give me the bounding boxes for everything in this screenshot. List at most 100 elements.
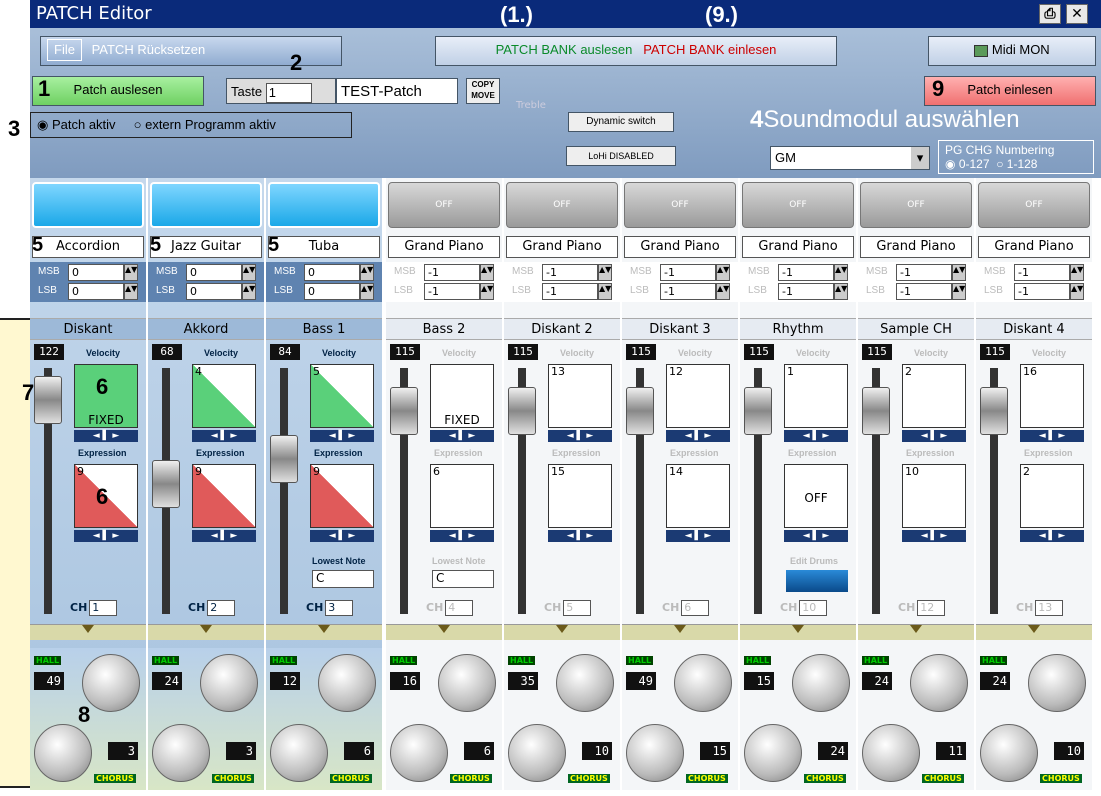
- expression-curve[interactable]: 9: [192, 464, 256, 528]
- sound-name-field[interactable]: Grand Piano: [624, 236, 736, 258]
- channel-enable-button[interactable]: [150, 182, 262, 228]
- midi-channel-select[interactable]: CH 3: [306, 600, 354, 616]
- patch-bank-read-button[interactable]: PATCH BANK auslesen: [496, 42, 633, 57]
- msb-input[interactable]: 0: [304, 264, 360, 281]
- velocity-curve[interactable]: 5: [310, 364, 374, 428]
- volume-fader[interactable]: [270, 435, 298, 484]
- msb-input[interactable]: -1: [1014, 264, 1070, 281]
- patch-name-field[interactable]: TEST-Patch: [336, 78, 458, 104]
- hall-knob[interactable]: [200, 654, 258, 712]
- volume-fader[interactable]: [390, 386, 418, 435]
- dynamic-switch-button[interactable]: Dynamic switch: [568, 112, 674, 132]
- sound-name-field[interactable]: Grand Piano: [506, 236, 618, 258]
- velocity-curve[interactable]: 12: [666, 364, 730, 428]
- sound-name-field[interactable]: Tuba: [268, 236, 380, 258]
- velocity-arrows[interactable]: ◄ ▌ ►: [192, 430, 256, 442]
- radio-extern-program[interactable]: ○ extern Programm aktiv: [134, 117, 276, 132]
- msb-input[interactable]: 0: [186, 264, 242, 281]
- channel-enable-button[interactable]: OFF: [388, 182, 500, 228]
- lsb-input[interactable]: -1: [542, 283, 598, 300]
- velocity-curve[interactable]: 2: [902, 364, 966, 428]
- midi-channel-select[interactable]: CH 6: [662, 600, 710, 616]
- velocity-arrows[interactable]: ◄ ▌ ►: [74, 430, 138, 442]
- msb-spinner[interactable]: ▲▼: [480, 264, 494, 281]
- lsb-input[interactable]: -1: [1014, 283, 1070, 300]
- copy-move-button[interactable]: COPY MOVE: [466, 78, 500, 104]
- sound-name-field[interactable]: Grand Piano: [388, 236, 500, 258]
- midi-mon-button[interactable]: Midi MON: [928, 36, 1096, 66]
- reset-patch-menu[interactable]: PATCH Rücksetzen: [92, 42, 206, 57]
- midi-channel-select[interactable]: CH 13: [1016, 600, 1064, 616]
- midi-channel-value[interactable]: 5: [563, 600, 592, 616]
- midi-channel-select[interactable]: CH 2: [188, 600, 236, 616]
- msb-input[interactable]: -1: [542, 264, 598, 281]
- edit-drums-button[interactable]: [786, 570, 848, 592]
- expression-curve[interactable]: 2: [1020, 464, 1084, 528]
- lsb-spinner[interactable]: ▲▼: [360, 283, 374, 300]
- lsb-input[interactable]: 0: [186, 283, 242, 300]
- velocity-curve[interactable]: 4: [192, 364, 256, 428]
- hall-knob[interactable]: [1028, 654, 1086, 712]
- msb-input[interactable]: -1: [424, 264, 480, 281]
- lsb-spinner[interactable]: ▲▼: [124, 283, 138, 300]
- expression-curve[interactable]: 6: [430, 464, 494, 528]
- midi-channel-select[interactable]: CH 1: [70, 600, 118, 616]
- midi-channel-value[interactable]: 4: [445, 600, 474, 616]
- lsb-input[interactable]: 0: [68, 283, 124, 300]
- print-icon[interactable]: ⎙: [1039, 4, 1061, 24]
- velocity-arrows[interactable]: ◄ ▌ ►: [666, 430, 730, 442]
- lowest-note-select[interactable]: C: [432, 570, 494, 588]
- close-icon[interactable]: ✕: [1066, 4, 1088, 24]
- lsb-input[interactable]: -1: [424, 283, 480, 300]
- midi-channel-value[interactable]: 10: [799, 600, 828, 616]
- sound-name-field[interactable]: Accordion: [32, 236, 144, 258]
- msb-spinner[interactable]: ▲▼: [716, 264, 730, 281]
- patch-bank-write-button[interactable]: PATCH BANK einlesen: [643, 42, 776, 57]
- velocity-curve[interactable]: FIXED: [430, 364, 494, 428]
- lsb-input[interactable]: -1: [660, 283, 716, 300]
- taste-input[interactable]: 1: [265, 82, 312, 103]
- msb-input[interactable]: -1: [660, 264, 716, 281]
- expression-arrows[interactable]: ◄ ▌ ►: [310, 530, 374, 542]
- expression-curve[interactable]: 10: [902, 464, 966, 528]
- pg-radio-0-127[interactable]: ◉ 0-127: [945, 157, 990, 171]
- channel-enable-button[interactable]: OFF: [624, 182, 736, 228]
- radio-patch-active[interactable]: ◉ Patch aktiv: [37, 117, 116, 132]
- channel-enable-button[interactable]: [268, 182, 380, 228]
- volume-fader[interactable]: [34, 375, 62, 424]
- velocity-arrows[interactable]: ◄ ▌ ►: [548, 430, 612, 442]
- expression-arrows[interactable]: ◄ ▌ ►: [666, 530, 730, 542]
- midi-channel-value[interactable]: 1: [89, 600, 118, 616]
- velocity-curve[interactable]: 13: [548, 364, 612, 428]
- volume-fader[interactable]: [508, 386, 536, 435]
- midi-channel-value[interactable]: 2: [207, 600, 236, 616]
- lsb-spinner[interactable]: ▲▼: [834, 283, 848, 300]
- lsb-spinner[interactable]: ▲▼: [952, 283, 966, 300]
- msb-spinner[interactable]: ▲▼: [124, 264, 138, 281]
- msb-spinner[interactable]: ▲▼: [360, 264, 374, 281]
- channel-enable-button[interactable]: OFF: [978, 182, 1090, 228]
- msb-input[interactable]: -1: [896, 264, 952, 281]
- hall-knob[interactable]: [318, 654, 376, 712]
- midi-channel-value[interactable]: 6: [681, 600, 710, 616]
- velocity-arrows[interactable]: ◄ ▌ ►: [430, 430, 494, 442]
- chorus-knob[interactable]: [744, 724, 802, 782]
- sound-name-field[interactable]: Jazz Guitar: [150, 236, 262, 258]
- volume-fader[interactable]: [152, 459, 180, 508]
- velocity-curve[interactable]: 1: [784, 364, 848, 428]
- expression-curve[interactable]: 9: [310, 464, 374, 528]
- hall-knob[interactable]: [556, 654, 614, 712]
- sound-name-field[interactable]: Grand Piano: [860, 236, 972, 258]
- sound-name-field[interactable]: Grand Piano: [978, 236, 1090, 258]
- midi-channel-value[interactable]: 13: [1035, 600, 1064, 616]
- expression-arrows[interactable]: ◄ ▌ ►: [548, 530, 612, 542]
- volume-fader[interactable]: [980, 386, 1008, 435]
- volume-fader[interactable]: [862, 386, 890, 435]
- velocity-arrows[interactable]: ◄ ▌ ►: [784, 430, 848, 442]
- channel-enable-button[interactable]: OFF: [742, 182, 854, 228]
- pg-radio-1-128[interactable]: ○ 1-128: [996, 157, 1037, 171]
- channel-enable-button[interactable]: [32, 182, 144, 228]
- hall-knob[interactable]: [910, 654, 968, 712]
- volume-fader[interactable]: [626, 386, 654, 435]
- sound-name-field[interactable]: Grand Piano: [742, 236, 854, 258]
